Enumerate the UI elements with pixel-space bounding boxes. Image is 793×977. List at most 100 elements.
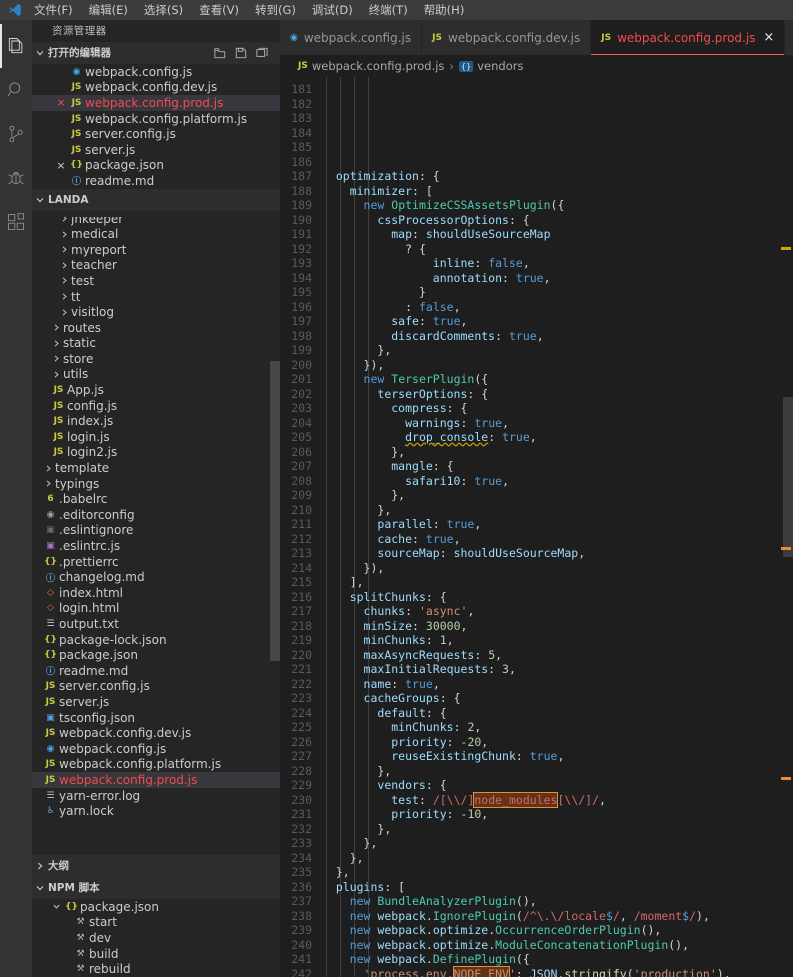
code-line[interactable]: test: /[\\/]node_modules[\\/]/, [322, 791, 793, 808]
folder-item[interactable]: jhkeeper [32, 216, 280, 226]
chevron-right-icon[interactable] [58, 261, 71, 270]
chevron-right-icon[interactable] [58, 245, 71, 254]
code-line[interactable]: new webpack.IgnorePlugin(/^\.\/locale$/,… [322, 909, 793, 924]
menu-debug[interactable]: 调试(D) [304, 0, 361, 20]
code-line[interactable]: minimizer: [ [322, 184, 793, 199]
code-line[interactable]: inline: false, [322, 256, 793, 271]
save-all-icon[interactable] [233, 45, 249, 61]
code-line[interactable]: : false, [322, 300, 793, 315]
code-line[interactable]: parallel: true, [322, 517, 793, 532]
file-item[interactable]: JS server.config.js [32, 679, 280, 695]
chevron-right-icon[interactable] [50, 370, 63, 379]
folder-item[interactable]: static [32, 336, 280, 352]
chevron-right-icon[interactable] [50, 339, 63, 348]
file-item[interactable]: ☰ yarn-error.log [32, 788, 280, 804]
activity-source-control-icon[interactable] [0, 112, 32, 156]
open-editor-item[interactable]: JS webpack.config.dev.js [32, 80, 280, 96]
folder-item[interactable]: test [32, 273, 280, 289]
new-file-icon[interactable] [212, 45, 228, 61]
folder-item[interactable]: visitlog [32, 304, 280, 320]
code-line[interactable]: new webpack.optimize.OccurrenceOrderPlug… [322, 923, 793, 938]
open-editor-item[interactable]: ◉ webpack.config.js [32, 64, 280, 80]
code-line[interactable]: }, [322, 865, 793, 880]
chevron-right-icon[interactable] [58, 292, 71, 301]
file-item[interactable]: JS login2.js [32, 445, 280, 461]
code-line[interactable]: terserOptions: { [322, 387, 793, 402]
file-item[interactable]: ◉ .editorconfig [32, 507, 280, 523]
chevron-right-icon[interactable] [50, 323, 63, 332]
npm-package-root[interactable]: {} package.json [32, 899, 280, 915]
file-item[interactable]: ☰ output.txt [32, 616, 280, 632]
file-item[interactable]: JS server.js [32, 694, 280, 710]
code-line[interactable]: compress: { [322, 401, 793, 416]
file-item[interactable]: 6 .babelrc [32, 491, 280, 507]
chevron-right-icon[interactable] [42, 464, 55, 473]
code-line[interactable]: discardComments: true, [322, 329, 793, 344]
folder-item[interactable]: template [32, 460, 280, 476]
chevron-right-icon[interactable] [42, 479, 55, 488]
code-line[interactable]: }), [322, 561, 793, 576]
code-line[interactable]: }, [322, 445, 793, 460]
editor-tab[interactable]: JS webpack.config.dev.js [422, 20, 592, 55]
editor-tab[interactable]: ◉ webpack.config.js [280, 20, 423, 55]
folder-item[interactable]: teacher [32, 258, 280, 274]
folder-item[interactable]: typings [32, 476, 280, 492]
file-item[interactable]: ◉ webpack.config.js [32, 741, 280, 757]
code-line[interactable]: new webpack.optimize.ModuleConcatenation… [322, 938, 793, 953]
menu-goto[interactable]: 转到(G) [247, 0, 304, 20]
open-editor-item[interactable]: JS server.js [32, 142, 280, 158]
activity-extensions-icon[interactable] [0, 200, 32, 244]
code-line[interactable]: }, [322, 822, 793, 837]
close-editor-icon[interactable]: × [54, 159, 68, 172]
code-line[interactable]: sourceMap: shouldUseSourceMap, [322, 546, 793, 561]
menu-selection[interactable]: 选择(S) [136, 0, 191, 20]
chevron-right-icon[interactable] [58, 276, 71, 285]
file-item[interactable]: ▣ .eslintignore [32, 523, 280, 539]
code-line[interactable]: default: { [322, 706, 793, 721]
folder-item[interactable]: medical [32, 226, 280, 242]
code-line[interactable]: priority: -10, [322, 807, 793, 822]
code-line[interactable]: new OptimizeCSSAssetsPlugin({ [322, 198, 793, 213]
editor-tab[interactable]: JSwebpack.config.platform.js [785, 20, 793, 55]
code-line[interactable]: cacheGroups: { [322, 691, 793, 706]
code-line[interactable]: }, [322, 503, 793, 518]
code-line[interactable]: safe: true, [322, 314, 793, 329]
file-item[interactable]: ▣ .eslintrc.js [32, 538, 280, 554]
folder-item[interactable]: tt [32, 289, 280, 305]
close-tab-icon[interactable]: × [763, 31, 774, 44]
file-item[interactable]: JS index.js [32, 413, 280, 429]
menu-help[interactable]: 帮助(H) [416, 0, 473, 20]
code-line[interactable]: vendors: { [322, 778, 793, 793]
code-line[interactable]: name: true, [322, 677, 793, 692]
folder-item[interactable]: myreport [32, 242, 280, 258]
npm-script-item[interactable]: ⚒ dev [32, 930, 280, 946]
code-line[interactable]: }, [322, 343, 793, 358]
file-item[interactable]: {} package.json [32, 647, 280, 663]
code-line[interactable]: minSize: 30000, [322, 619, 793, 634]
code-line[interactable]: annotation: true, [322, 271, 793, 286]
code-line[interactable]: cache: true, [322, 532, 793, 547]
breadcrumb-symbol[interactable]: vendors [477, 59, 523, 73]
code-line[interactable]: mangle: { [322, 459, 793, 474]
code-line[interactable]: new TerserPlugin({ [322, 372, 793, 387]
file-item[interactable]: JS webpack.config.prod.js [32, 772, 280, 788]
code-line[interactable]: reuseExistingChunk: true, [322, 749, 793, 764]
menu-edit[interactable]: 编辑(E) [81, 0, 136, 20]
npm-script-item[interactable]: ⚒ build [32, 946, 280, 962]
code-line[interactable]: warnings: true, [322, 416, 793, 431]
npm-script-item[interactable]: ⚒ start [32, 915, 280, 931]
file-item[interactable]: ⓘ changelog.md [32, 569, 280, 585]
folder-item[interactable]: utils [32, 367, 280, 383]
code-content[interactable]: optimization: { minimizer: [ new Optimiz… [322, 77, 793, 977]
file-item[interactable]: ⓘ readme.md [32, 663, 280, 679]
file-item[interactable]: ▣ tsconfig.json [32, 710, 280, 726]
code-line[interactable]: minChunks: 1, [322, 633, 793, 648]
code-line[interactable]: }), [322, 358, 793, 373]
code-line[interactable]: drop_console: true, [322, 430, 793, 445]
code-line[interactable]: priority: -20, [322, 735, 793, 750]
code-line[interactable]: ? { [322, 242, 793, 257]
section-outline[interactable]: 大纲 [32, 855, 280, 878]
menu-file[interactable]: 文件(F) [26, 0, 81, 20]
activity-debug-icon[interactable] [0, 156, 32, 200]
breadcrumb-file[interactable]: webpack.config.prod.js [312, 59, 445, 73]
